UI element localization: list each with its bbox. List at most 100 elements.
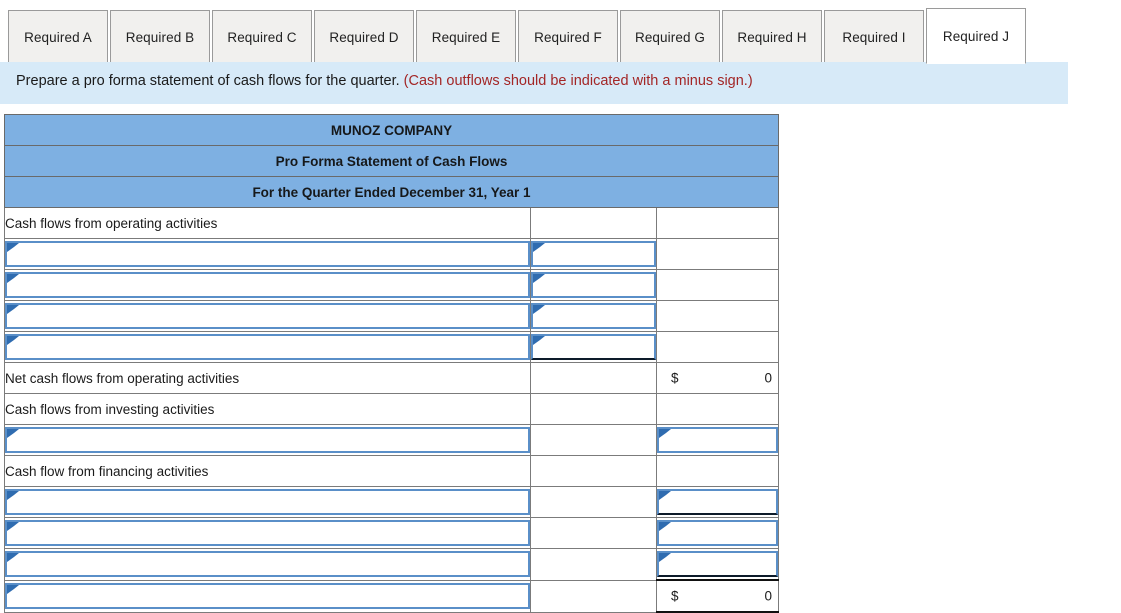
amount-input-cell-right[interactable] xyxy=(656,486,779,518)
row-label: Cash flows from operating activities xyxy=(4,207,531,239)
table-row: Cash flows from operating activities xyxy=(4,207,779,239)
cash-flow-worksheet: MUNOZ COMPANY Pro Forma Statement of Cash… xyxy=(4,114,779,613)
account-name-input[interactable] xyxy=(5,551,530,578)
account-name-input[interactable] xyxy=(5,334,530,360)
account-input-cell[interactable] xyxy=(4,486,531,518)
account-input-cell[interactable] xyxy=(4,517,531,549)
worksheet-title: MUNOZ COMPANY xyxy=(4,114,779,146)
empty-cell-middle xyxy=(530,207,657,239)
worksheet-title-row: Pro Forma Statement of Cash Flows xyxy=(4,145,779,177)
amount-input-right[interactable] xyxy=(657,427,778,453)
empty-cell-right xyxy=(656,269,779,301)
tab-required-i[interactable]: Required I xyxy=(824,10,924,64)
empty-cell-right xyxy=(656,238,779,270)
tab-required-g[interactable]: Required G xyxy=(620,10,720,64)
amount-input-middle[interactable] xyxy=(531,334,656,360)
amount-input-cell-right[interactable] xyxy=(656,424,779,456)
worksheet-title: For the Quarter Ended December 31, Year … xyxy=(4,176,779,208)
empty-cell-middle xyxy=(530,579,657,613)
account-input-cell[interactable] xyxy=(4,424,531,456)
account-name-input[interactable] xyxy=(5,272,530,298)
amount-input-cell-middle[interactable] xyxy=(530,238,657,270)
account-name-input[interactable] xyxy=(5,427,530,453)
amount-input-right[interactable] xyxy=(657,489,778,515)
worksheet-body: MUNOZ COMPANY Pro Forma Statement of Cash… xyxy=(4,114,779,613)
tab-label: Required G xyxy=(634,29,706,45)
amount-input-middle[interactable] xyxy=(531,241,656,267)
table-row xyxy=(4,517,779,549)
tab-required-b[interactable]: Required B xyxy=(110,10,210,64)
instruction-main: Prepare a pro forma statement of cash fl… xyxy=(16,73,404,89)
tab-label: Required F xyxy=(534,29,602,45)
tab-required-f[interactable]: Required F xyxy=(518,10,618,64)
tab-required-d[interactable]: Required D xyxy=(314,10,414,64)
instruction-banner: Prepare a pro forma statement of cash fl… xyxy=(0,62,1068,104)
tab-label: Required C xyxy=(227,29,297,45)
amount-input-middle[interactable] xyxy=(531,303,656,329)
amount-value: 0 xyxy=(764,588,772,604)
worksheet-title-row: MUNOZ COMPANY xyxy=(4,114,779,146)
tab-label: Required J xyxy=(942,28,1010,44)
empty-cell-middle xyxy=(530,455,657,487)
tab-label: Required B xyxy=(125,29,195,45)
account-input-cell[interactable] xyxy=(4,238,531,270)
worksheet-title: Pro Forma Statement of Cash Flows xyxy=(4,145,779,177)
empty-cell-right xyxy=(656,393,779,425)
empty-cell-right xyxy=(656,300,779,332)
empty-cell-right xyxy=(656,331,779,363)
tab-required-a[interactable]: Required A xyxy=(8,10,108,64)
amount-input-cell-right[interactable] xyxy=(656,548,779,581)
empty-cell-middle xyxy=(530,548,657,581)
table-row xyxy=(4,238,779,270)
amount-input-cell-middle[interactable] xyxy=(530,300,657,332)
account-name-input[interactable] xyxy=(5,241,530,267)
total-amount-cell: $0 xyxy=(656,579,779,613)
tab-label: Required D xyxy=(329,29,399,45)
subtotal-amount-cell: $0 xyxy=(656,362,779,394)
account-input-cell[interactable] xyxy=(4,331,531,363)
amount-input-right[interactable] xyxy=(657,551,778,577)
table-row: Cash flow from financing activities xyxy=(4,455,779,487)
empty-cell-right xyxy=(656,455,779,487)
account-input-cell[interactable] xyxy=(4,269,531,301)
account-name-input[interactable] xyxy=(5,520,530,546)
amount-input-cell-middle[interactable] xyxy=(530,331,657,363)
currency-symbol: $ xyxy=(671,588,679,604)
amount-input-cell-right[interactable] xyxy=(656,517,779,549)
tab-list: Required A Required B Required C Required D… xyxy=(8,8,1028,64)
empty-cell-middle xyxy=(530,424,657,456)
instruction-note: (Cash outflows should be indicated with … xyxy=(403,73,753,89)
table-row xyxy=(4,424,779,456)
table-row xyxy=(4,486,779,518)
empty-cell-middle xyxy=(530,393,657,425)
table-row xyxy=(4,300,779,332)
empty-cell-middle xyxy=(530,486,657,518)
tab-required-c[interactable]: Required C xyxy=(212,10,312,64)
tab-label: Required A xyxy=(24,29,92,45)
amount-input-right[interactable] xyxy=(657,520,778,546)
amount-input-cell-middle[interactable] xyxy=(530,269,657,301)
tab-required-e[interactable]: Required E xyxy=(416,10,516,64)
amount-input-middle[interactable] xyxy=(531,272,656,298)
currency-symbol: $ xyxy=(671,370,679,386)
tab-label: Required I xyxy=(842,29,906,45)
instruction-text: Prepare a pro forma statement of cash fl… xyxy=(16,73,753,89)
tab-required-j[interactable]: Required J xyxy=(926,8,1026,64)
table-row: Net cash flows from operating activities… xyxy=(4,362,779,394)
row-label: Net cash flows from operating activities xyxy=(4,362,531,394)
row-label: Cash flows from investing activities xyxy=(4,393,531,425)
account-input-cell[interactable] xyxy=(4,548,531,581)
account-name-input[interactable] xyxy=(5,303,530,329)
tab-label: Required H xyxy=(737,29,807,45)
table-row xyxy=(4,331,779,363)
table-row xyxy=(4,269,779,301)
worksheet-title-row: For the Quarter Ended December 31, Year … xyxy=(4,176,779,208)
table-row: Cash flows from investing activities xyxy=(4,393,779,425)
account-input-cell[interactable] xyxy=(4,579,531,613)
amount-value: 0 xyxy=(764,370,772,386)
account-input-cell[interactable] xyxy=(4,300,531,332)
account-name-input[interactable] xyxy=(5,489,530,515)
table-row: $0 xyxy=(4,579,779,613)
tab-required-h[interactable]: Required H xyxy=(722,10,822,64)
account-name-input[interactable] xyxy=(5,583,530,609)
